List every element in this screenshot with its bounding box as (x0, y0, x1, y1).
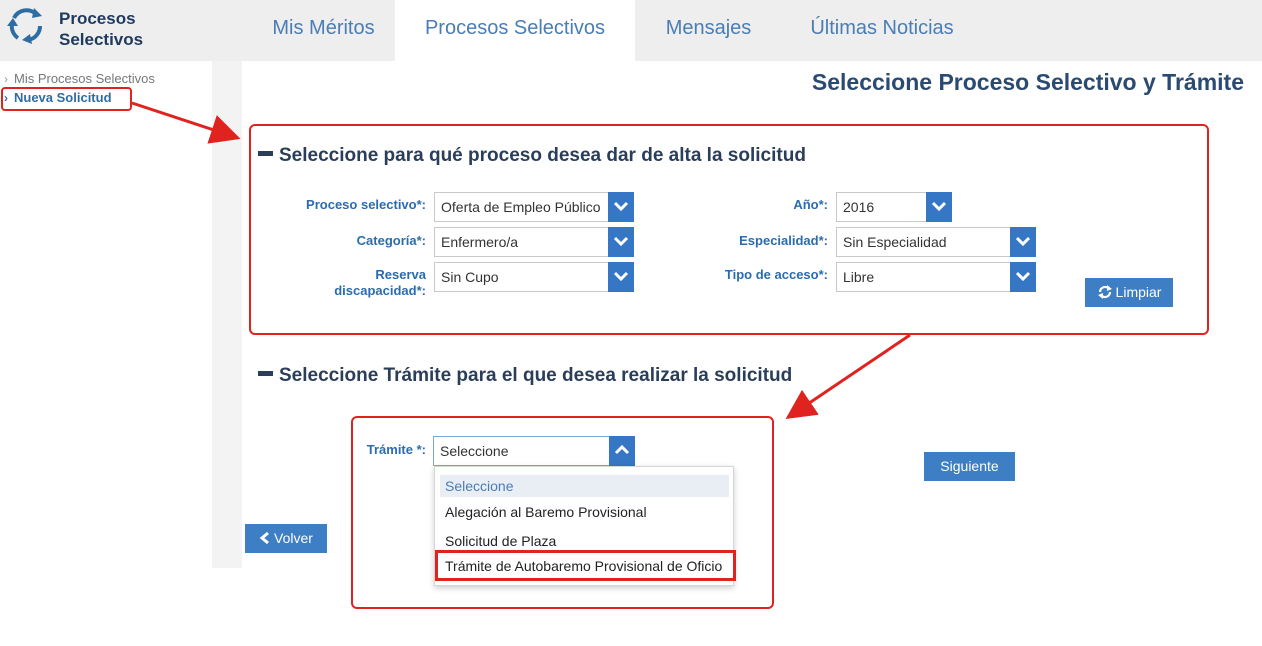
volver-button[interactable]: Volver (245, 524, 327, 553)
chevron-left-icon (259, 531, 269, 545)
reserva-value: Sin Cupo (441, 269, 499, 285)
especialidad-value: Sin Especialidad (843, 234, 947, 250)
tab-mensajes[interactable]: Mensajes (635, 0, 782, 61)
chevron-down-icon[interactable] (608, 192, 634, 222)
chevron-up-icon[interactable] (609, 436, 635, 466)
chevron-down-icon[interactable] (1010, 262, 1036, 292)
tab-mis-meritos[interactable]: Mis Méritos (232, 0, 415, 61)
categoria-label: Categoría*: (356, 233, 426, 248)
annotation-box-option (435, 550, 736, 581)
anio-label: Año*: (793, 197, 828, 212)
anio-select[interactable]: 2016 (836, 192, 952, 222)
collapse-icon (258, 371, 273, 377)
section1-title: Seleccione para qué proceso desea dar de… (279, 145, 806, 166)
reserva-label-line2: discapacidad*: (334, 283, 426, 298)
tab-ultimas-noticias[interactable]: Últimas Noticias (787, 0, 977, 61)
refresh-logo-icon (7, 8, 43, 44)
volver-label: Volver (274, 530, 313, 546)
section2-title: Seleccione Trámite para el que desea rea… (279, 365, 793, 386)
categoria-select[interactable]: Enfermero/a (434, 227, 634, 257)
page-title: Seleccione Proceso Selectivo y Trámite (811, 69, 1244, 95)
sidebar-item-label: Mis Procesos Selectivos (14, 71, 155, 86)
chevron-down-icon[interactable] (608, 262, 634, 292)
categoria-value: Enfermero/a (441, 234, 519, 250)
app-title-line2: Selectivos (59, 30, 144, 49)
sidebar-item-mis-procesos[interactable]: › Mis Procesos Selectivos (4, 71, 155, 86)
tab-procesos-selectivos[interactable]: Procesos Selectivos (395, 0, 635, 61)
tramite-value: Seleccione (440, 443, 509, 459)
anio-value: 2016 (843, 199, 875, 215)
top-navigation: Mis Méritos Procesos Selectivos Mensajes… (212, 0, 1262, 61)
especialidad-select[interactable]: Sin Especialidad (836, 227, 1036, 257)
annotation-box-sidebar (1, 87, 132, 111)
tramite-select[interactable]: Seleccione (433, 436, 635, 466)
limpiar-button[interactable]: Limpiar (1085, 278, 1173, 307)
proceso-select[interactable]: Oferta de Empleo Público (434, 192, 634, 222)
logo-area: Procesos Selectivos (0, 0, 212, 61)
section2-heading[interactable]: Seleccione Trámite para el que desea rea… (258, 365, 792, 387)
app-title-line1: Procesos (59, 9, 136, 28)
app-root: Procesos Selectivos Mis Méritos Procesos… (0, 0, 1262, 646)
reserva-select[interactable]: Sin Cupo (434, 262, 634, 292)
proceso-value: Oferta de Empleo Público (441, 199, 601, 215)
limpiar-label: Limpiar (1115, 284, 1162, 300)
siguiente-button[interactable]: Siguiente (924, 452, 1015, 481)
chevron-down-icon[interactable] (608, 227, 634, 257)
acceso-select[interactable]: Libre (836, 262, 1036, 292)
section1-heading[interactable]: Seleccione para qué proceso desea dar de… (258, 145, 806, 167)
dropdown-option-solicitud-plaza[interactable]: Solicitud de Plaza (445, 533, 556, 549)
app-title: Procesos Selectivos (59, 8, 143, 50)
acceso-label: Tipo de acceso*: (724, 267, 828, 282)
reserva-label-line1: Reserva (375, 267, 426, 282)
sidebar: › Mis Procesos Selectivos › Nueva Solicitu… (0, 61, 242, 568)
chevron-down-icon[interactable] (926, 192, 952, 222)
especialidad-label: Especialidad*: (739, 233, 828, 248)
chevron-down-icon[interactable] (1010, 227, 1036, 257)
reserva-label: Reserva discapacidad*: (334, 267, 426, 299)
collapse-icon (258, 151, 273, 157)
dropdown-option-alegacion[interactable]: Alegación al Baremo Provisional (445, 504, 647, 520)
annotation-arrow-2 (785, 333, 911, 420)
dropdown-option-seleccione[interactable]: Seleccione (440, 475, 729, 497)
proceso-label: Proceso selectivo*: (306, 197, 426, 212)
chevron-right-icon: › (4, 72, 8, 86)
acceso-value: Libre (843, 269, 875, 285)
refresh-icon (1097, 285, 1112, 299)
tramite-label: Trámite *: (366, 442, 426, 457)
